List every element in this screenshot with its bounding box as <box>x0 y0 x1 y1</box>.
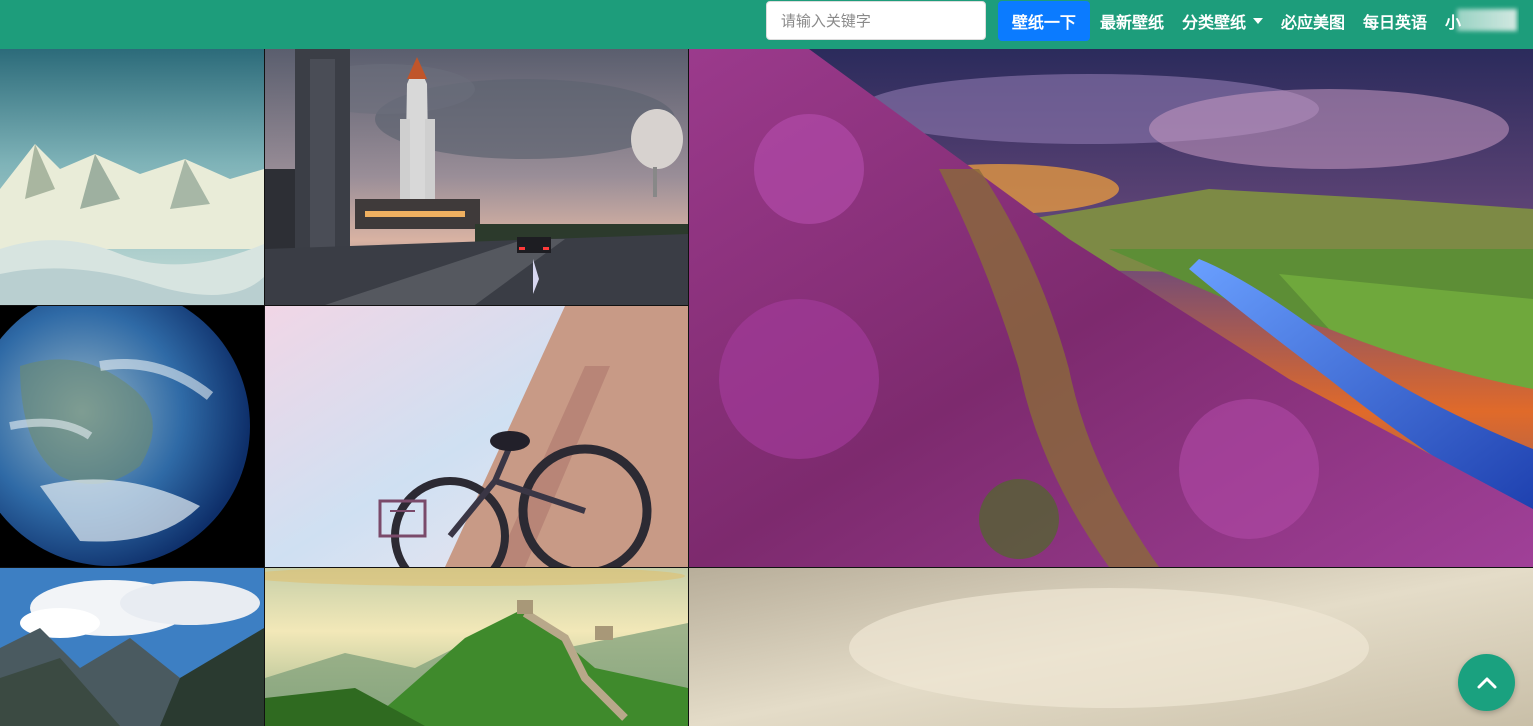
nav-bing-images[interactable]: 必应美图 <box>1281 1 1345 41</box>
chevron-up-icon <box>1477 677 1496 688</box>
search-input[interactable] <box>765 1 986 40</box>
bicycle-image <box>265 306 688 567</box>
wallpaper-tile-beige-landscape[interactable] <box>689 568 1533 726</box>
beige-landscape-image <box>689 568 1533 726</box>
space-shuttle-image <box>265 49 688 305</box>
great-wall-image <box>265 568 688 726</box>
nav-category-label: 分类壁纸 <box>1181 12 1246 32</box>
top-navbar: 壁纸一下 最新壁纸 分类壁纸 必应美图 每日英语 小 <box>0 0 1533 49</box>
nav-latest-wallpapers[interactable]: 最新壁纸 <box>1100 1 1164 41</box>
earth-image <box>0 306 264 567</box>
wallpaper-tile-great-wall[interactable] <box>265 568 688 726</box>
wallpaper-gallery <box>0 49 1533 726</box>
mountain-valley-image <box>0 568 264 726</box>
wallpaper-tile-mountain-valley[interactable] <box>0 568 264 726</box>
nav-category-wallpapers-dropdown[interactable]: 分类壁纸 <box>1182 1 1263 41</box>
wallpaper-tile-earth[interactable] <box>0 306 264 567</box>
nav-daily-english[interactable]: 每日英语 <box>1363 1 1427 41</box>
wallpaper-tile-snowy-mountains[interactable] <box>0 49 264 305</box>
wallpaper-tile-space-shuttle[interactable] <box>265 49 688 305</box>
nav-user-menu[interactable]: 小 <box>1445 1 1519 41</box>
snowy-mountains-image <box>0 49 264 305</box>
search-button[interactable]: 壁纸一下 <box>997 0 1090 41</box>
wallpaper-tile-heather-hillside[interactable] <box>689 49 1533 567</box>
redacted-user-name <box>1457 8 1517 31</box>
wallpaper-tile-bicycle[interactable] <box>265 306 688 567</box>
back-to-top-button[interactable] <box>1458 654 1515 711</box>
caret-down-icon <box>1252 17 1263 24</box>
heather-hillside-image <box>689 49 1533 567</box>
